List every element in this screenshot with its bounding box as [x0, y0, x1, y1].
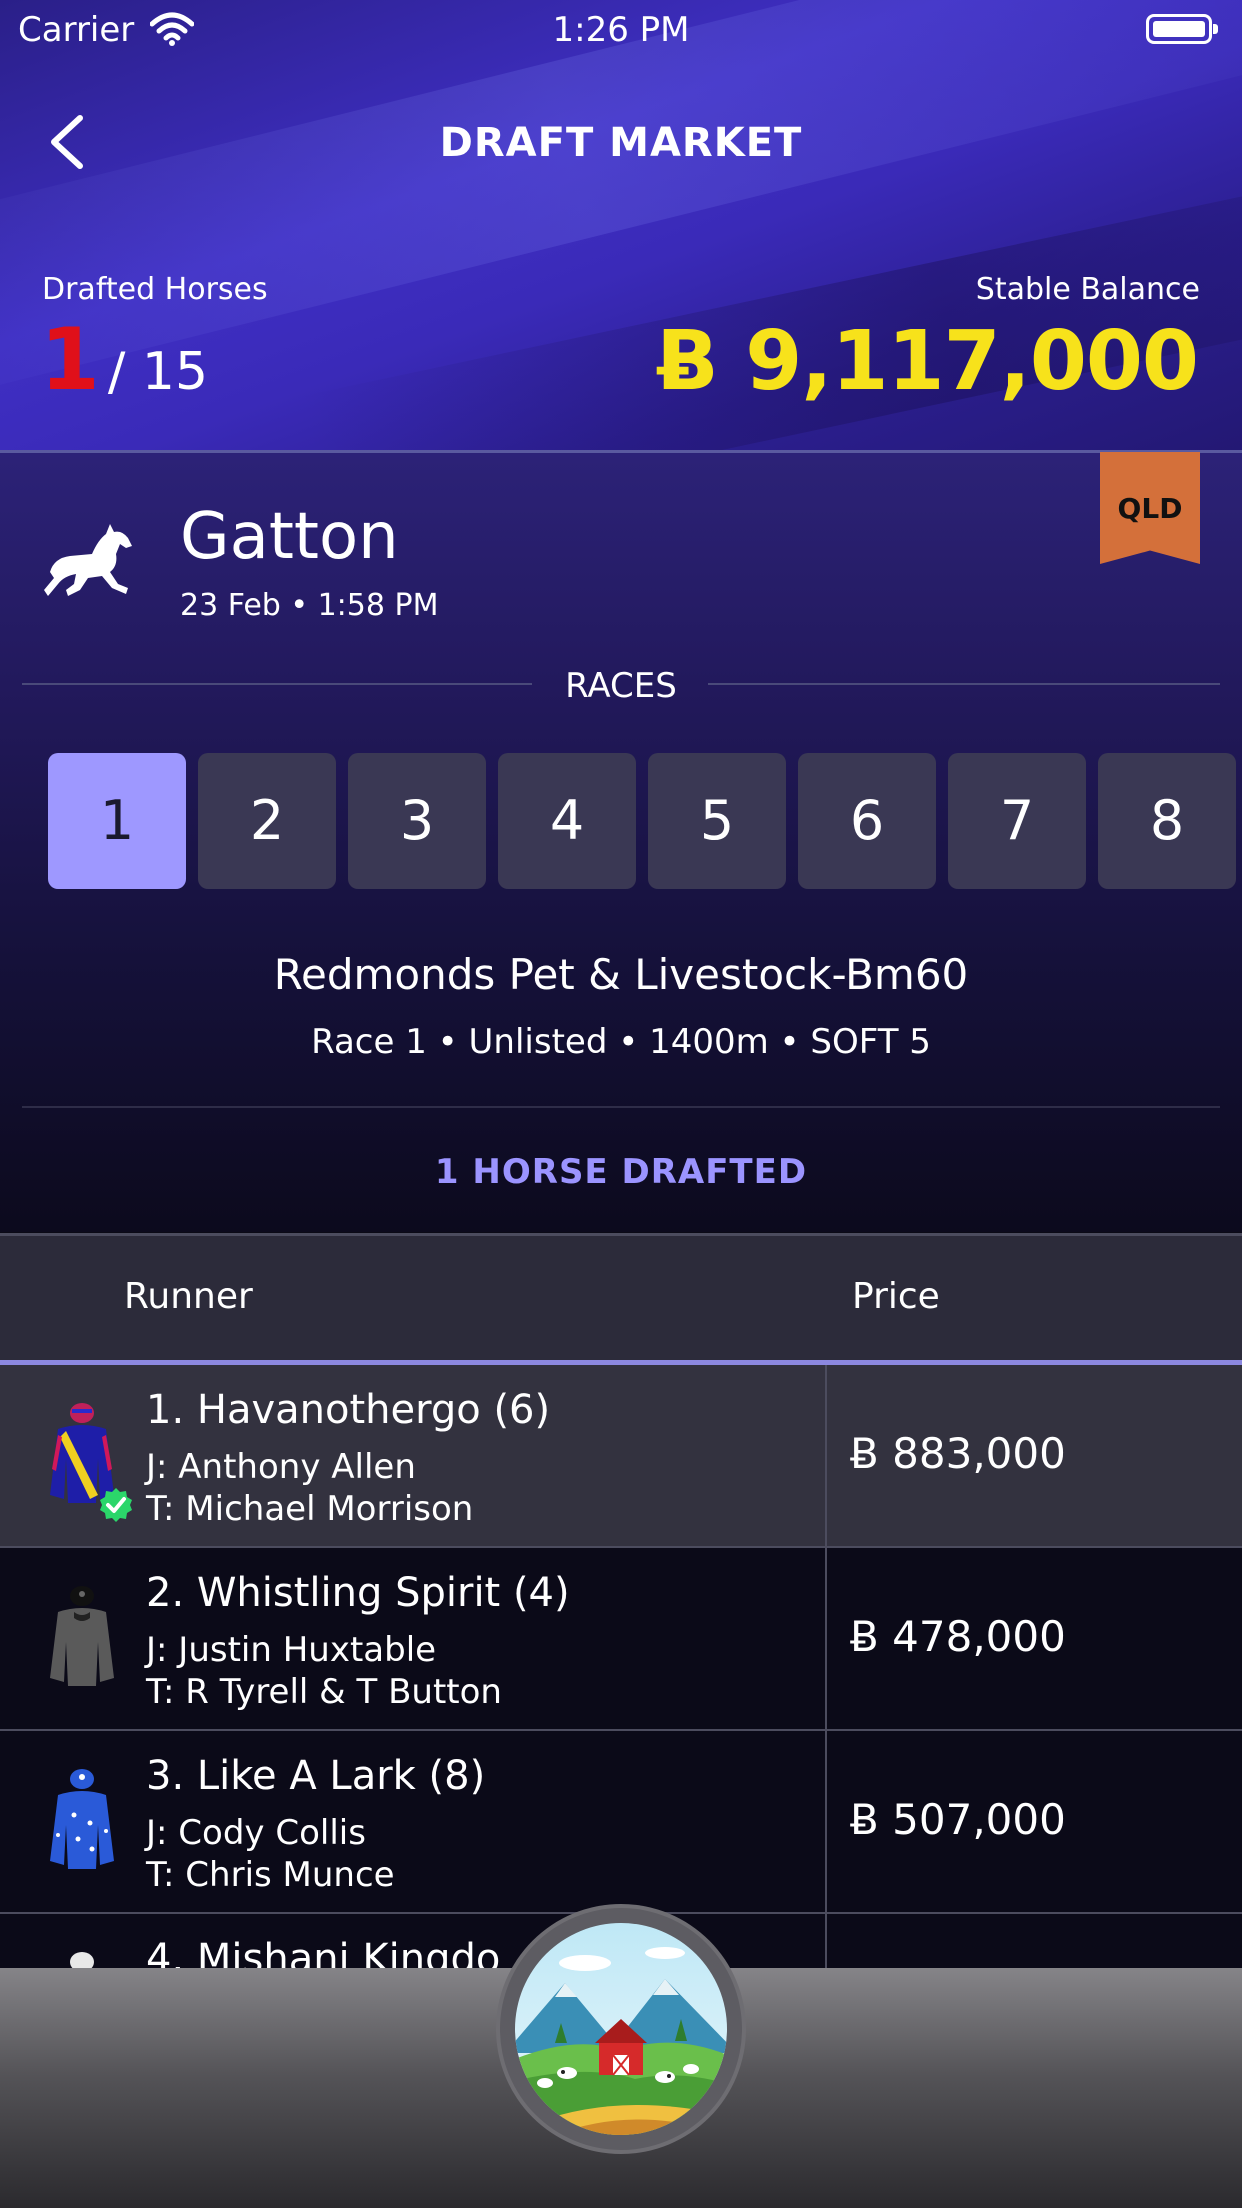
runner-name: 3. Like A Lark (8): [146, 1753, 486, 1799]
race-tab-8[interactable]: 8: [1098, 753, 1236, 889]
table-row-runner-3[interactable]: 3. Like A Lark (8) J: Cody Collis T: Chr…: [0, 1731, 1242, 1914]
nav-bar: DRAFT MARKET: [0, 100, 1242, 190]
race-tab-2[interactable]: 2: [198, 753, 336, 889]
state-badge-label: QLD: [1117, 492, 1183, 525]
stable-balance-value: Ƀ 9,117,000: [656, 314, 1199, 409]
runner-jockey: J: Anthony Allen: [146, 1447, 416, 1487]
drafted-count: 1/ 15: [40, 310, 208, 410]
race-tab-7[interactable]: 7: [948, 753, 1086, 889]
runner-trainer: T: Chris Munce: [146, 1855, 395, 1895]
horses-drafted-summary: 1 HORSE DRAFTED: [434, 1152, 808, 1192]
meeting-datetime: 23 Feb • 1:58 PM: [180, 588, 439, 623]
race-info: Race 1 • Unlisted • 1400m • SOFT 5: [311, 1022, 931, 1062]
runner-name: 1. Havanothergo (6): [146, 1387, 551, 1433]
stable-balance-label: Stable Balance: [975, 272, 1200, 307]
check-badge-icon: [98, 1487, 134, 1523]
runner-jockey: J: Cody Collis: [146, 1813, 366, 1853]
status-bar: Carrier 1:26 PM: [0, 0, 1242, 62]
price-column-header: Price: [852, 1276, 940, 1317]
page-title: DRAFT MARKET: [439, 120, 803, 166]
running-horse-icon: [40, 510, 140, 610]
divider: [22, 1106, 1220, 1108]
race-name: Redmonds Pet & Livestock-Bm60: [273, 950, 969, 999]
runner-jockey: J: Justin Huxtable: [146, 1630, 437, 1670]
race-tab-6[interactable]: 6: [798, 753, 936, 889]
venue-name: Gatton: [180, 500, 399, 574]
runner-trainer: T: Michael Morrison: [146, 1489, 474, 1529]
drafted-count-value: 1: [40, 310, 100, 410]
jockey-silks-icon: [44, 1765, 120, 1875]
races-title: RACES: [565, 666, 677, 706]
divider: [0, 450, 1242, 453]
drafted-horses-label: Drafted Horses: [42, 272, 268, 307]
runner-price: Ƀ 883,000: [850, 1429, 1066, 1478]
race-tab-1[interactable]: 1: [48, 753, 186, 889]
race-tab-4[interactable]: 4: [498, 753, 636, 889]
runner-price: Ƀ 507,000: [850, 1795, 1066, 1844]
clock: 1:26 PM: [552, 10, 690, 50]
state-badge: QLD: [1100, 452, 1200, 564]
runner-column-header: Runner: [124, 1276, 253, 1317]
battery-icon: [1146, 14, 1218, 44]
drafted-count-total: / 15: [107, 342, 209, 402]
table-row-runner-1[interactable]: 1. Havanothergo (6) J: Anthony Allen T: …: [0, 1365, 1242, 1548]
runner-name: 2. Whistling Spirit (4): [146, 1570, 570, 1616]
table-row-runner-2[interactable]: 2. Whistling Spirit (4) J: Justin Huxtab…: [0, 1548, 1242, 1731]
runner-trainer: T: R Tyrell & T Button: [146, 1672, 502, 1712]
race-tab-3[interactable]: 3: [348, 753, 486, 889]
farm-landscape-icon[interactable]: [500, 1908, 742, 2150]
race-tab-5[interactable]: 5: [648, 753, 786, 889]
table-header: Runner Price: [0, 1236, 1242, 1360]
jockey-silks-icon: [44, 1582, 120, 1692]
runner-price: Ƀ 478,000: [850, 1612, 1066, 1661]
